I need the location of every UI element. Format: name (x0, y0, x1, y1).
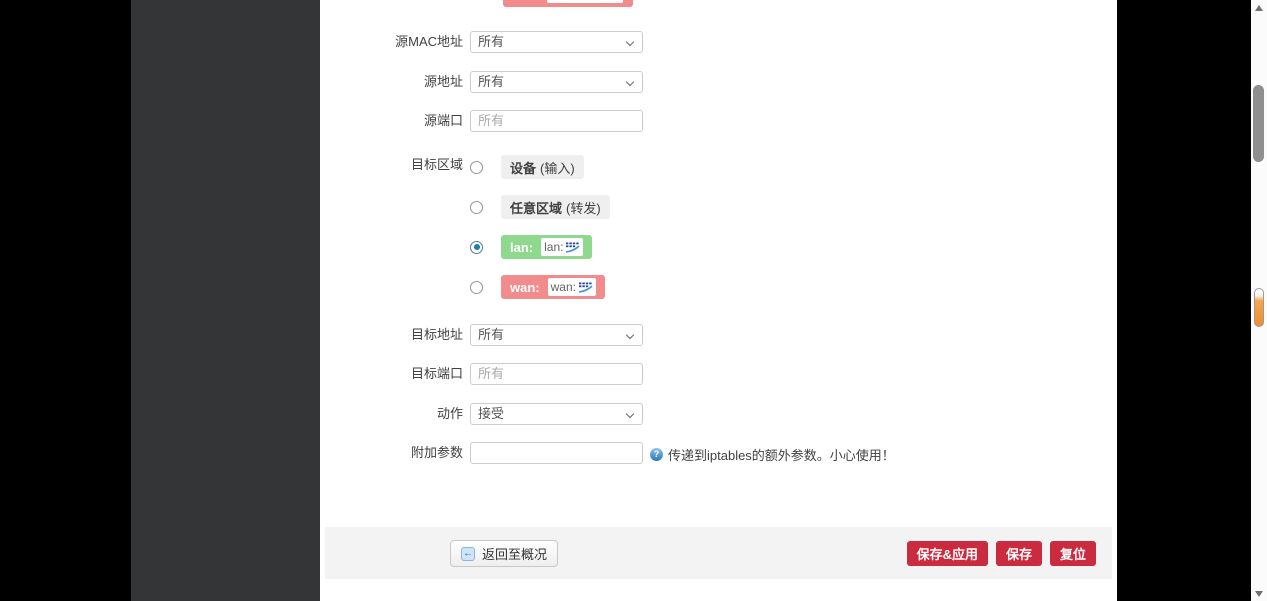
back-arrow-icon: ← (461, 547, 475, 561)
save-apply-button[interactable]: 保存&应用 (907, 541, 988, 566)
extra-args-help: ? 传递到iptables的额外参数。小心使用！ (650, 445, 895, 464)
zone-badge-lan[interactable]: lan: lan: (501, 235, 592, 259)
ethernet-icon (578, 282, 593, 293)
chevron-down-icon (626, 410, 634, 418)
scrollbar-orange-indicator[interactable] (1254, 288, 1264, 327)
src-mac-label: 源MAC地址 (320, 31, 463, 53)
extra-args-label: 附加参数 (320, 442, 463, 464)
src-mac-selected-value: 所有 (478, 34, 504, 49)
chevron-down-icon (626, 78, 634, 86)
radio-any[interactable] (470, 201, 483, 214)
vertical-scrollbar[interactable] (1251, 0, 1267, 601)
scroll-down-arrow-icon[interactable] (1255, 591, 1263, 597)
wan-interface-label: wan: (551, 280, 576, 294)
zone-any-suffix: (转发) (566, 198, 601, 217)
src-port-placeholder: 所有 (478, 113, 504, 128)
save-button[interactable]: 保存 (996, 541, 1042, 566)
dest-port-placeholder: 所有 (478, 366, 504, 381)
extra-args-input[interactable] (470, 442, 643, 464)
ethernet-icon (565, 242, 580, 253)
dest-zone-option-wan[interactable]: wan: wan: (470, 275, 605, 299)
src-mac-select[interactable]: 所有 (470, 31, 643, 53)
help-icon: ? (650, 448, 663, 461)
zone-device-suffix: (输入) (540, 158, 575, 177)
dest-zone-option-device[interactable]: 设备 (输入) (470, 155, 584, 179)
form-footer: ← 返回至概况 保存&应用 保存 复位 (325, 527, 1112, 579)
zone-badge-device[interactable]: 设备 (输入) (501, 155, 584, 179)
src-addr-select[interactable]: 所有 (470, 71, 643, 93)
dest-port-input[interactable]: 所有 (470, 363, 643, 385)
src-addr-selected-value: 所有 (478, 74, 504, 89)
truncated-zone-badge[interactable] (503, 0, 633, 7)
dest-zone-label: 目标区域 (320, 153, 463, 177)
action-selected-value: 接受 (478, 406, 504, 421)
radio-lan-selected[interactable] (470, 241, 483, 254)
interface-box-lan: lan: (541, 238, 583, 256)
zone-badge-any[interactable]: 任意区域 (转发) (501, 195, 610, 219)
interface-box (547, 0, 623, 3)
action-label: 动作 (320, 403, 463, 425)
dest-port-label: 目标端口 (320, 363, 463, 385)
navigation-sidebar (131, 0, 320, 601)
zone-any-name: 任意区域 (510, 198, 562, 217)
radio-device[interactable] (470, 161, 483, 174)
back-button-label: 返回至概况 (482, 544, 547, 563)
desktop-background: 源MAC地址 所有 源地址 所有 源端口 所有 目标区域 (0, 0, 1267, 601)
zone-badge-wan[interactable]: wan: wan: (501, 275, 605, 299)
footer-action-buttons: 保存&应用 保存 复位 (907, 541, 1096, 566)
scrollbar-thumb[interactable] (1253, 85, 1264, 162)
dest-addr-selected-value: 所有 (478, 327, 504, 342)
dest-zone-option-any[interactable]: 任意区域 (转发) (470, 195, 610, 219)
action-select[interactable]: 接受 (470, 403, 643, 425)
src-port-input[interactable]: 所有 (470, 110, 643, 132)
dest-addr-label: 目标地址 (320, 324, 463, 346)
src-addr-label: 源地址 (320, 71, 463, 93)
chevron-down-icon (626, 38, 634, 46)
chevron-down-icon (626, 331, 634, 339)
extra-args-help-text: 传递到iptables的额外参数。小心使用！ (668, 445, 895, 464)
reset-button[interactable]: 复位 (1050, 541, 1096, 566)
zone-device-name: 设备 (510, 158, 536, 177)
lan-interface-label: lan: (544, 240, 563, 254)
zone-lan-name: lan: (510, 240, 533, 255)
zone-wan-name: wan: (510, 280, 540, 295)
dest-zone-option-lan[interactable]: lan: lan: (470, 235, 592, 259)
interface-box-wan: wan: (548, 278, 596, 296)
scroll-up-arrow-icon[interactable] (1255, 5, 1263, 11)
form-content-panel: 源MAC地址 所有 源地址 所有 源端口 所有 目标区域 (320, 0, 1117, 601)
radio-wan[interactable] (470, 281, 483, 294)
back-to-overview-button[interactable]: ← 返回至概况 (450, 540, 558, 567)
src-port-label: 源端口 (320, 110, 463, 132)
dest-addr-select[interactable]: 所有 (470, 324, 643, 346)
